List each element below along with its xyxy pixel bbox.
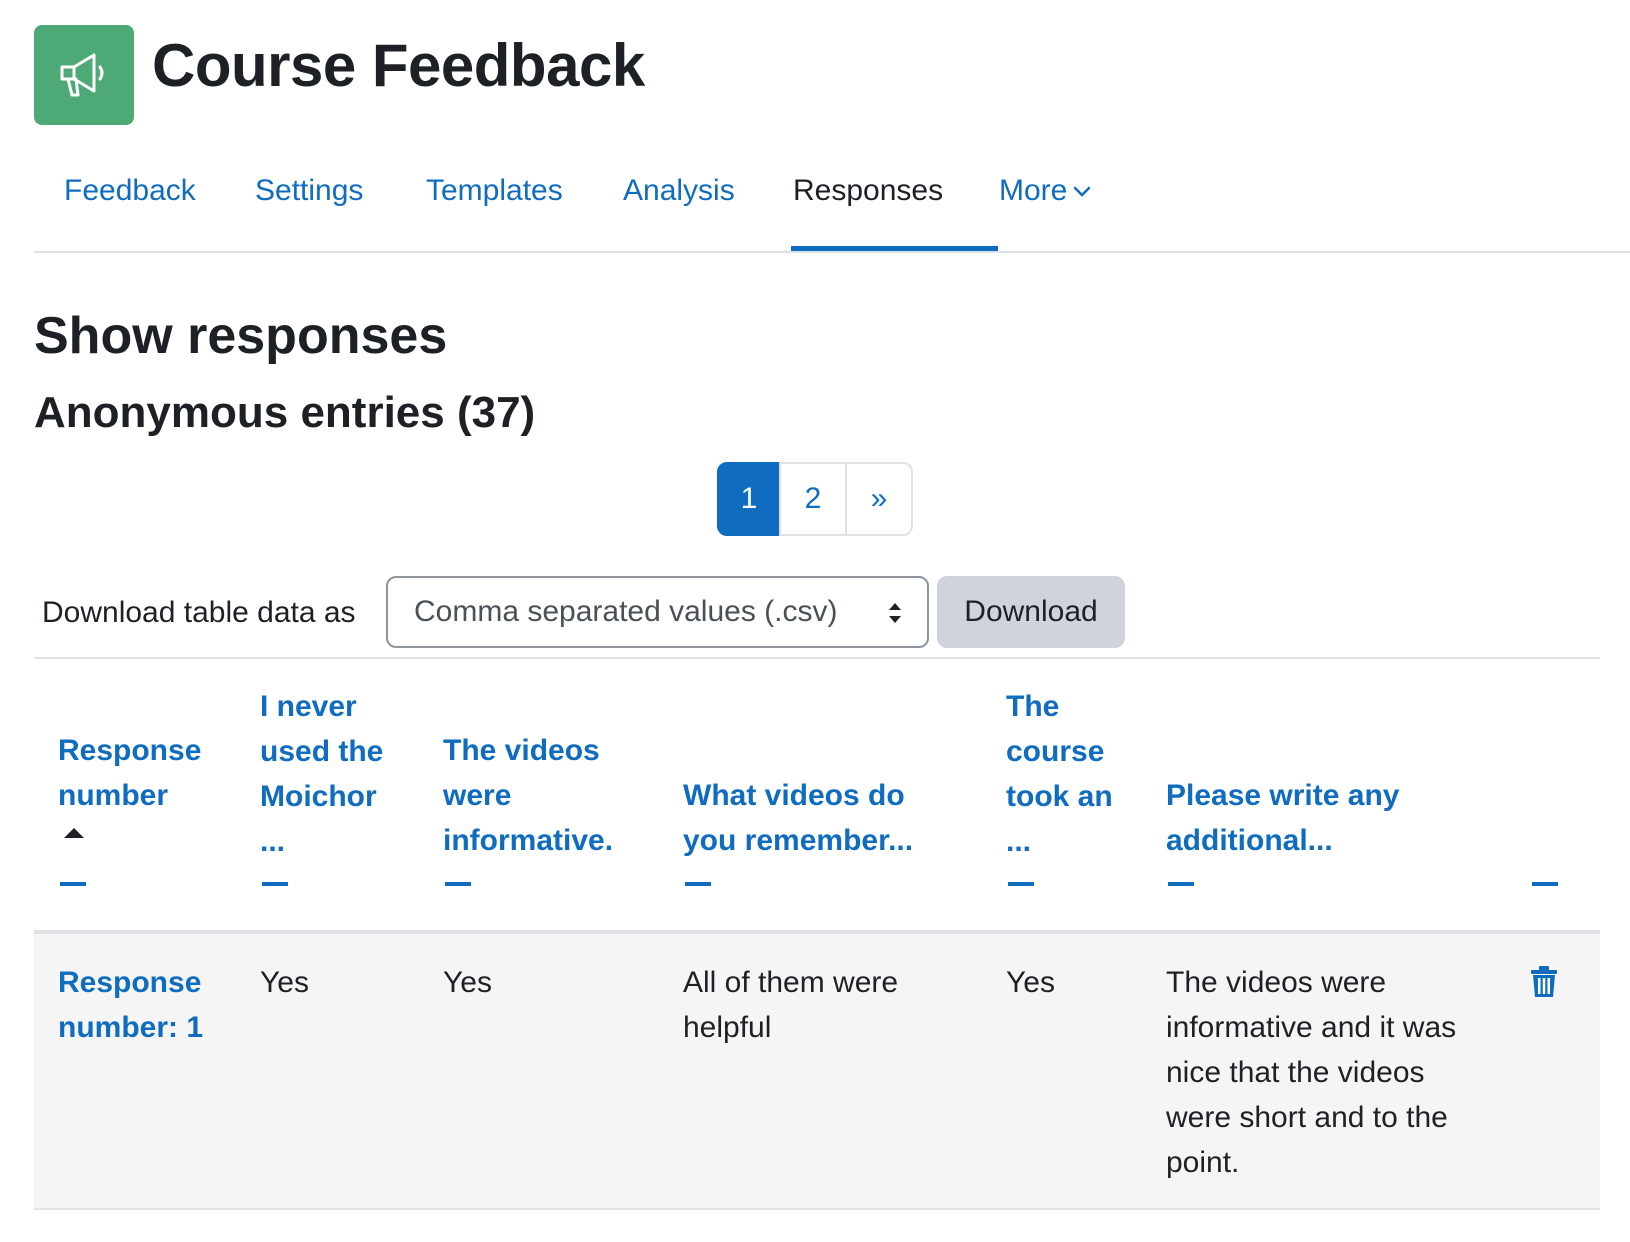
hide-column-icon[interactable] xyxy=(1532,882,1558,886)
delete-trash-icon[interactable] xyxy=(1530,966,1558,1003)
pagination: 1 2 » xyxy=(717,462,913,536)
cell-videos-informative: Yes xyxy=(443,966,492,999)
column-header-line: Please write any xyxy=(1166,779,1400,812)
entries-heading: Anonymous entries (37) xyxy=(34,388,536,437)
hide-column-icon[interactable] xyxy=(262,882,288,886)
cell-line: helpful xyxy=(683,1011,772,1044)
cell-line: informative and it was xyxy=(1166,1011,1457,1044)
cell-course-took: Yes xyxy=(1006,966,1055,999)
cell-line: Response xyxy=(58,966,202,999)
cell-line: point. xyxy=(1166,1146,1240,1179)
sort-ascending-icon xyxy=(63,826,85,844)
column-header-line: course xyxy=(1006,735,1105,768)
cell-additional: The videos were informative and it was n… xyxy=(1166,960,1456,1185)
cell-videos-remember: All of them were helpful xyxy=(683,960,898,1050)
column-header-line: Moichor xyxy=(260,780,377,813)
secondary-navigation: Feedback Settings Templates Analysis Res… xyxy=(34,150,1630,253)
column-header-line: you remember... xyxy=(683,824,914,857)
column-header-line: additional... xyxy=(1166,824,1333,857)
tab-settings[interactable]: Settings xyxy=(255,174,363,208)
column-header-course-took[interactable]: The course took an ... xyxy=(1006,684,1113,864)
cell-line: All of them were xyxy=(683,966,899,999)
nav-divider xyxy=(34,251,1630,253)
cell-line: were short and to the xyxy=(1166,1101,1448,1134)
page-title: Course Feedback xyxy=(152,31,645,99)
tab-templates[interactable]: Templates xyxy=(426,174,563,208)
column-header-line: used the xyxy=(260,735,384,768)
table-row-border xyxy=(34,1208,1600,1210)
hide-column-icon[interactable] xyxy=(1168,882,1194,886)
column-header-line: took an xyxy=(1006,780,1113,813)
column-header-line: I never xyxy=(260,690,357,723)
response-number-link[interactable]: Response number: 1 xyxy=(58,960,203,1050)
megaphone-icon xyxy=(34,25,134,125)
download-label: Download table data as xyxy=(42,596,356,629)
page-2-button[interactable]: 2 xyxy=(779,462,847,536)
cell-line: nice that the videos xyxy=(1166,1056,1425,1089)
download-format-value: Comma separated values (.csv) xyxy=(414,595,838,628)
page-1-button[interactable]: 1 xyxy=(717,462,781,536)
page-header: Course Feedback xyxy=(34,25,645,125)
column-header-response-number[interactable]: Response number xyxy=(58,728,201,818)
tab-more[interactable]: More xyxy=(999,174,1091,209)
column-header-line: The xyxy=(1006,690,1060,723)
next-page-button[interactable]: » xyxy=(845,462,913,536)
cell-never-used: Yes xyxy=(260,966,309,999)
column-header-line: Response xyxy=(58,734,202,767)
column-header-videos-remember[interactable]: What videos do you remember... xyxy=(683,773,913,863)
select-arrows-icon xyxy=(887,600,903,634)
hide-column-icon[interactable] xyxy=(60,882,86,886)
hide-column-icon[interactable] xyxy=(685,882,711,886)
download-format-select[interactable]: Comma separated values (.csv) xyxy=(386,576,929,648)
page: Course Feedback Feedback Settings Templa… xyxy=(0,0,1630,1242)
tab-feedback[interactable]: Feedback xyxy=(64,174,196,208)
tab-analysis[interactable]: Analysis xyxy=(623,174,735,208)
section-heading: Show responses xyxy=(34,307,448,365)
hide-column-icon[interactable] xyxy=(1008,882,1034,886)
column-header-line: were xyxy=(443,779,512,812)
column-header-line: number xyxy=(58,779,169,812)
column-header-additional[interactable]: Please write any additional... xyxy=(1166,773,1399,863)
column-header-videos-informative[interactable]: The videos were informative. xyxy=(443,728,613,863)
column-header-line: ... xyxy=(1006,825,1032,858)
cell-line: The videos were xyxy=(1166,966,1387,999)
column-header-line: informative. xyxy=(443,824,614,857)
table-top-border xyxy=(34,657,1600,659)
column-header-never-used[interactable]: I never used the Moichor ... xyxy=(260,684,383,864)
download-button[interactable]: Download xyxy=(937,576,1125,648)
column-header-line: The videos xyxy=(443,734,600,767)
column-header-line: What videos do xyxy=(683,779,905,812)
cell-line: number: 1 xyxy=(58,1011,204,1044)
tab-responses[interactable]: Responses xyxy=(793,174,943,208)
hide-column-icon[interactable] xyxy=(445,882,471,886)
chevron-down-icon xyxy=(1073,172,1091,206)
tab-more-label: More xyxy=(999,174,1068,207)
column-header-line: ... xyxy=(260,825,286,858)
